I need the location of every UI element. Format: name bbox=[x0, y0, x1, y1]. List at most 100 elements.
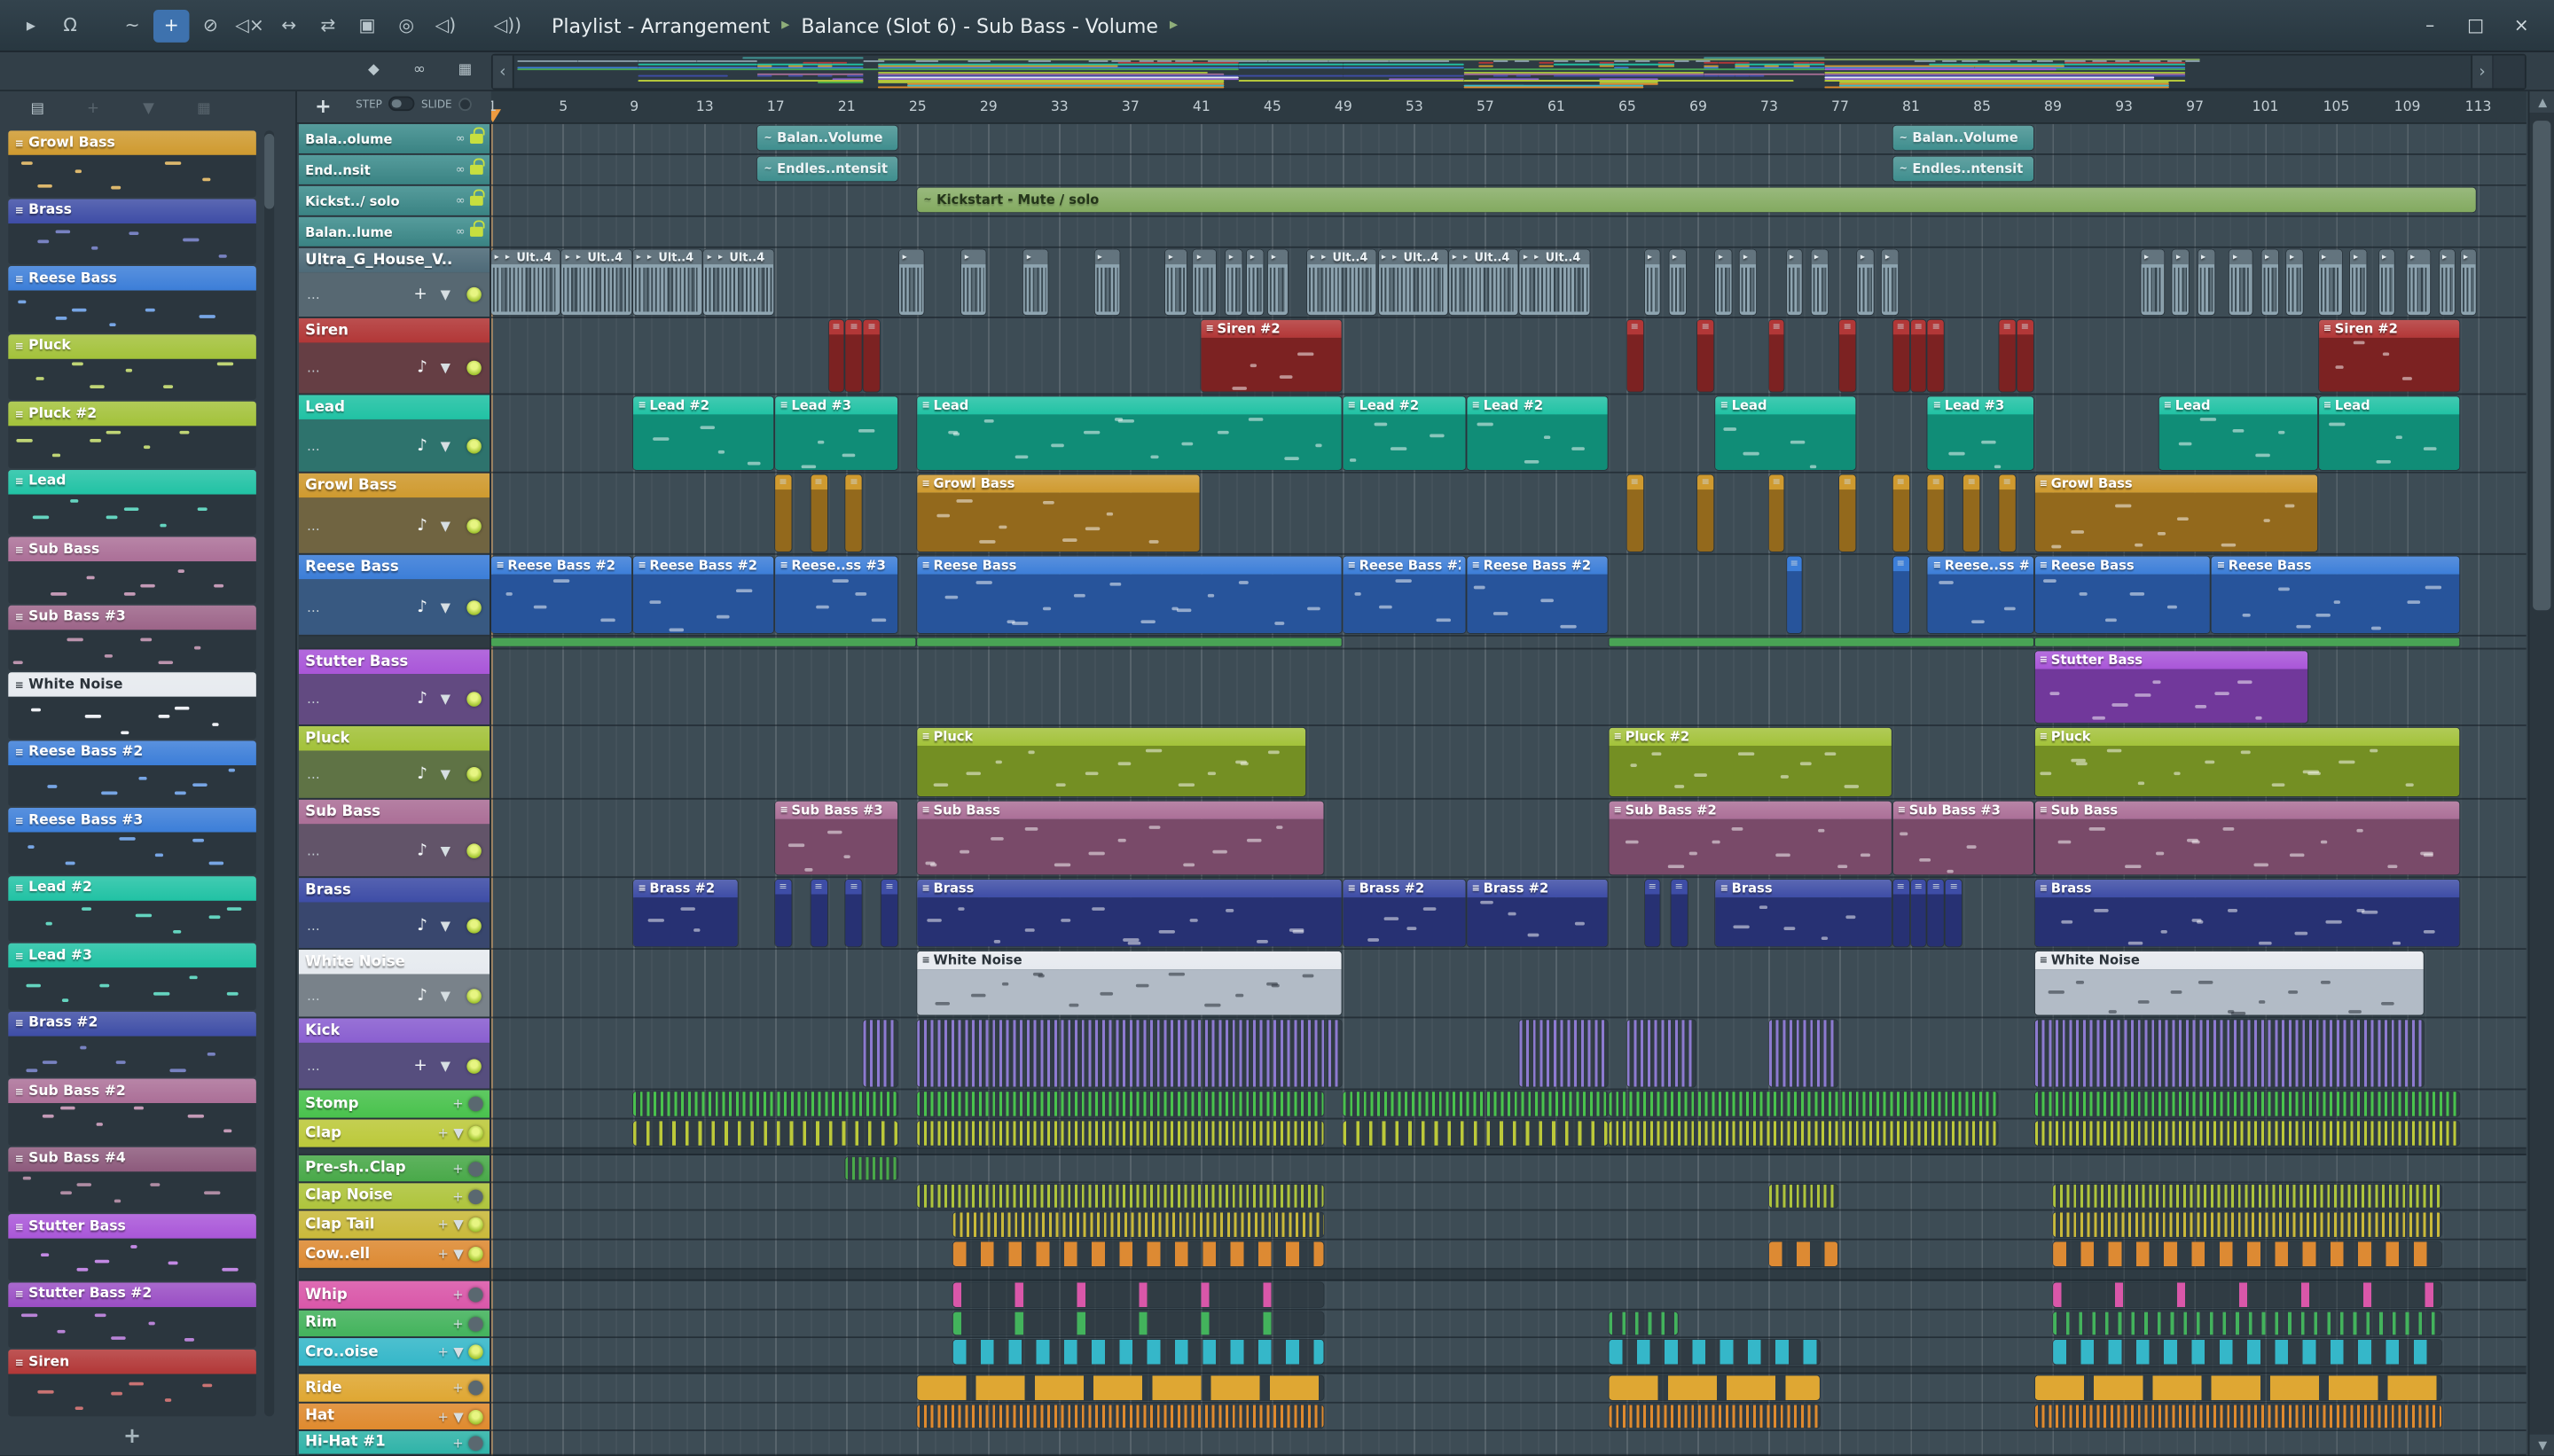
track-lane-clap-tail[interactable] bbox=[490, 1211, 2527, 1241]
track-menu-dots[interactable]: … bbox=[307, 438, 322, 453]
clip-clip[interactable] bbox=[1768, 1185, 1838, 1208]
track-header-cow-ell[interactable]: Cow..ell + ▼ bbox=[298, 1240, 490, 1270]
track-name-bar[interactable]: White Noise bbox=[298, 950, 490, 975]
clip-clip[interactable]: ≡ bbox=[1892, 556, 1909, 634]
pluck-2-clip[interactable]: ≡ Pluck #2 bbox=[1609, 727, 1892, 797]
slide-tool-icon[interactable]: ~ bbox=[114, 9, 150, 42]
clip-clip[interactable]: ▸ bbox=[2439, 249, 2456, 316]
vertical-scroll-thumb[interactable] bbox=[2533, 121, 2551, 611]
clip-clip[interactable]: ▸ bbox=[1644, 249, 1661, 316]
clip-clip[interactable]: ≡ bbox=[1910, 879, 1927, 947]
clip-clip[interactable] bbox=[2034, 1020, 2424, 1087]
clip-clip[interactable]: ▸ bbox=[899, 249, 925, 316]
track-header-whip[interactable]: Whip + bbox=[298, 1280, 490, 1311]
track-lane-white-noise[interactable]: ≡ White Noise ≡ White Noise bbox=[490, 950, 2527, 1019]
track-lane-clap[interactable] bbox=[490, 1119, 2527, 1149]
monitor-volume-icon[interactable]: ◁) bbox=[427, 9, 463, 42]
lead-3-clip[interactable]: ≡ Lead #3 bbox=[774, 396, 898, 471]
picker-item-lead-3[interactable]: ≡ Lead #3 bbox=[8, 943, 256, 1011]
clip-clip[interactable] bbox=[632, 1092, 898, 1116]
track-header-clap[interactable]: Clap + ▼ bbox=[298, 1119, 490, 1149]
dropdown-arrow-icon[interactable]: ▼ bbox=[441, 988, 450, 1003]
dropdown-arrow-icon[interactable]: ▼ bbox=[441, 361, 450, 376]
clip-clip[interactable] bbox=[2034, 638, 2459, 646]
clip-clip[interactable]: ▸ bbox=[2378, 249, 2395, 316]
balan-volume-clip[interactable]: ~ Balan..Volume bbox=[756, 125, 898, 151]
picker-item-stutter-bass[interactable]: ≡ Stutter Bass bbox=[8, 1214, 256, 1281]
track-header-kick[interactable]: Kick … + ▼ bbox=[298, 1018, 490, 1091]
reese-ss-3-clip[interactable]: ≡Reese..ss #3 bbox=[1928, 556, 2033, 634]
track-lane-bala-olume[interactable]: ~ Balan..Volume ~ Balan..Volume bbox=[490, 124, 2527, 155]
clip-clip[interactable] bbox=[2052, 1241, 2441, 1267]
clip-clip[interactable] bbox=[952, 1241, 1324, 1267]
mute-led[interactable] bbox=[468, 1316, 483, 1331]
track-lane-spacer[interactable] bbox=[490, 1148, 2527, 1155]
clip-clip[interactable] bbox=[952, 1282, 1324, 1308]
track-lane-whip[interactable] bbox=[490, 1281, 2527, 1311]
clip-clip[interactable] bbox=[917, 1020, 1342, 1087]
balan-volume-clip[interactable]: ~ Balan..Volume bbox=[1892, 125, 2033, 151]
track-name-bar[interactable]: Clap Noise + bbox=[298, 1183, 490, 1209]
ult-4-clip[interactable]: ▸ ▸ Ult..4 bbox=[1378, 249, 1448, 316]
zoom-tool-icon[interactable]: ◎ bbox=[388, 9, 424, 42]
reese-bass-clip[interactable]: ≡ Reese Bass bbox=[2034, 556, 2211, 634]
record-led[interactable] bbox=[466, 692, 482, 707]
kickstart-mute-solo-clip[interactable]: ~ Kickstart - Mute / solo bbox=[917, 187, 2477, 213]
track-lane-clap-noise[interactable] bbox=[490, 1183, 2527, 1211]
white-noise-clip[interactable]: ≡ White Noise bbox=[2034, 951, 2424, 1015]
mute-led[interactable] bbox=[468, 1380, 483, 1396]
picker-item-sub-bass-4[interactable]: ≡ Sub Bass #4 bbox=[8, 1146, 256, 1214]
track-header-ride[interactable]: Ride + bbox=[298, 1374, 490, 1404]
clip-clip[interactable] bbox=[2052, 1339, 2441, 1365]
clip-clip[interactable]: ≡ bbox=[827, 319, 845, 392]
clip-clip[interactable] bbox=[1343, 1092, 1608, 1116]
lead-clip[interactable]: ≡ Lead bbox=[2318, 396, 2459, 471]
move-icon[interactable]: + bbox=[452, 1097, 463, 1112]
picker-item-brass-2[interactable]: ≡ Brass #2 bbox=[8, 1011, 256, 1078]
record-led[interactable] bbox=[466, 360, 482, 376]
dropdown-arrow-icon[interactable]: ▼ bbox=[453, 1344, 463, 1359]
track-name-bar[interactable]: Stutter Bass bbox=[298, 649, 490, 675]
dropdown-arrow-icon[interactable]: ▼ bbox=[441, 1058, 450, 1073]
clip-clip[interactable] bbox=[2034, 1405, 2441, 1429]
track-name-bar[interactable]: Growl Bass bbox=[298, 473, 490, 498]
reese-bass-2-clip[interactable]: ≡ Reese Bass #2 bbox=[632, 556, 774, 634]
track-lane-rim[interactable] bbox=[490, 1311, 2527, 1339]
track-menu-dots[interactable]: … bbox=[307, 767, 322, 782]
reese-ss-3-clip[interactable]: ≡Reese..ss #3 bbox=[774, 556, 898, 634]
add-track-button[interactable]: + bbox=[310, 93, 336, 119]
picker-item-reese-bass-3[interactable]: ≡ Reese Bass #3 bbox=[8, 807, 256, 875]
track-header-cro-oise[interactable]: Cro..oise + ▼ bbox=[298, 1338, 490, 1368]
slide-button[interactable] bbox=[458, 97, 472, 111]
clip-clip[interactable]: ▸ bbox=[2141, 249, 2165, 316]
lock-icon[interactable] bbox=[470, 127, 484, 144]
minimize-button[interactable]: – bbox=[2410, 11, 2449, 40]
clip-clip[interactable]: ▸ bbox=[961, 249, 987, 316]
track-menu-dots[interactable]: … bbox=[307, 287, 322, 302]
stutter-bass-clip[interactable]: ≡ Stutter Bass bbox=[2034, 651, 2308, 724]
clip-clip[interactable]: ≡ bbox=[774, 879, 792, 947]
picker-scroll-thumb[interactable] bbox=[264, 133, 275, 209]
record-led[interactable] bbox=[466, 438, 482, 453]
growl-bass-clip[interactable]: ≡ Growl Bass bbox=[917, 474, 1200, 552]
track-header-reese-bass[interactable]: Reese Bass … ♪ ▼ bbox=[298, 554, 490, 637]
picker-filter-icon[interactable]: + bbox=[78, 97, 107, 122]
step-toggle[interactable] bbox=[388, 96, 415, 112]
sub-bass-3-clip[interactable]: ≡ Sub Bass #3 bbox=[1892, 801, 2033, 875]
track-header-brass[interactable]: Brass … ♪ ▼ bbox=[298, 878, 490, 951]
dropdown-arrow-icon[interactable]: ▼ bbox=[441, 918, 450, 933]
track-name-bar[interactable]: Hi-Hat #1 + bbox=[298, 1430, 490, 1454]
picker-view-icon[interactable]: ▤ bbox=[23, 97, 52, 122]
clip-clip[interactable] bbox=[2034, 1375, 2441, 1400]
clip-clip[interactable]: ≡ bbox=[1626, 474, 1643, 552]
clip-clip[interactable]: ≡ bbox=[2017, 319, 2033, 392]
playlist-audition-icon[interactable]: ◁)) bbox=[490, 9, 525, 42]
picker-item-siren[interactable]: ≡ Siren bbox=[8, 1349, 256, 1416]
track-menu-dots[interactable]: … bbox=[307, 518, 322, 533]
dropdown-arrow-icon[interactable]: ▼ bbox=[453, 1247, 463, 1262]
clip-clip[interactable]: ≡ bbox=[774, 474, 792, 552]
clip-clip[interactable] bbox=[1609, 1405, 1821, 1429]
clip-clip[interactable] bbox=[917, 1121, 1324, 1146]
zoom-fit-icon[interactable]: ▣ bbox=[349, 9, 385, 42]
picker-item-lead-2[interactable]: ≡ Lead #2 bbox=[8, 875, 256, 943]
